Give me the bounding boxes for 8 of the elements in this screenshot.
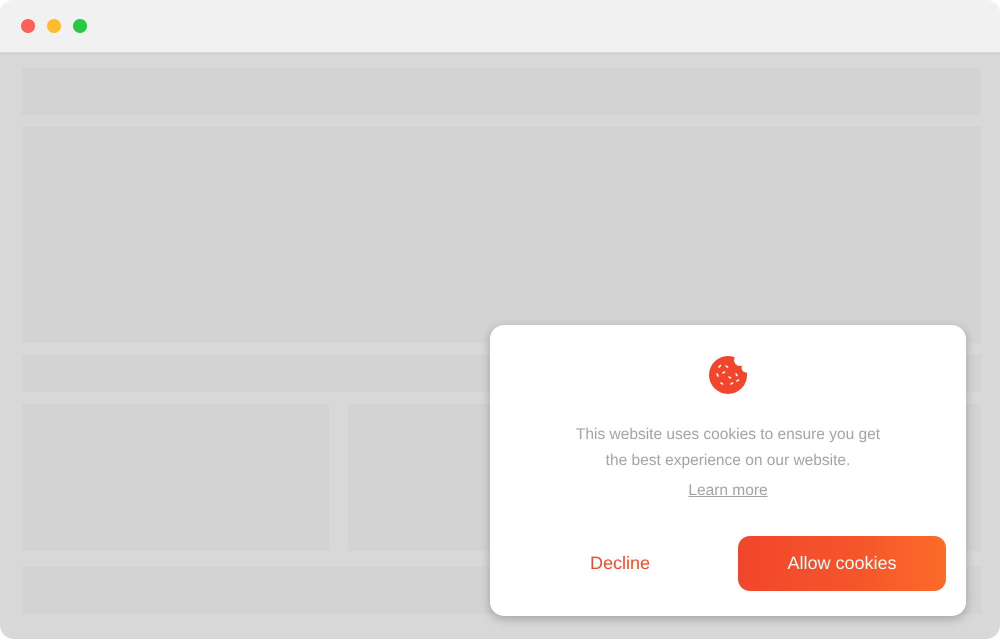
decline-button[interactable]: Decline [578, 542, 662, 585]
allow-cookies-button[interactable]: Allow cookies [738, 536, 946, 591]
window-zoom-button[interactable] [73, 19, 87, 33]
cookie-icon [709, 356, 747, 394]
window-close-button[interactable] [21, 19, 35, 33]
cookie-message: This website uses cookies to ensure you get the best experience on our website. [574, 425, 882, 471]
window-minimize-button[interactable] [47, 19, 61, 33]
learn-more-link[interactable]: Learn more [688, 480, 768, 502]
